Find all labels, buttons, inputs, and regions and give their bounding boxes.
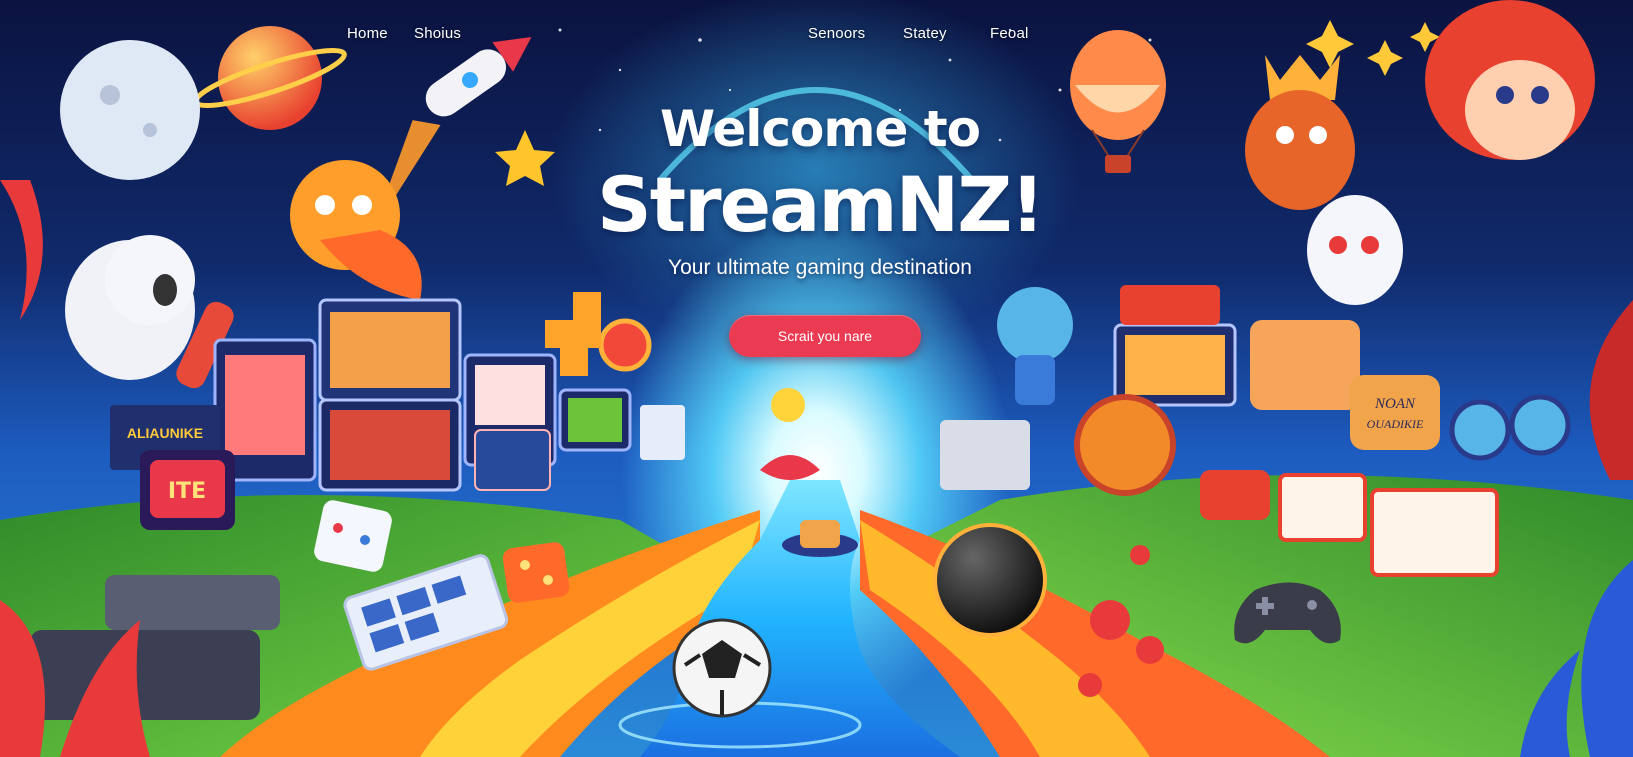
soccer-ball-icon [672,618,772,718]
left-badge-text: ITE [168,479,206,504]
moon-left [60,40,200,180]
right-sign-text: NOAN [1374,396,1416,412]
shell-object [1074,394,1176,496]
console-device [105,575,280,630]
game-badge-left: ITE [140,450,235,530]
hot-air-balloon [1070,30,1166,173]
right-sign-text-2: OUADIKIE [1367,417,1424,431]
cta-button[interactable]: Scrait you nare [729,315,921,357]
hero-subtitle: Your ultimate gaming destination [668,256,972,279]
floating-shoe [760,455,820,480]
left-sign-text: ALIAUNIKE [127,425,203,441]
nav-link-shoius[interactable]: Shoius [414,25,461,42]
green-robot [997,287,1073,405]
king-character [1245,55,1355,210]
nav-link-statey[interactable]: Statey [903,25,947,42]
landing-page: ALIAUNIKE ITE NOAN OUADIKIE Home Shoius … [0,0,1633,757]
nav-link-home[interactable]: Home [347,25,388,42]
hero-title-line2: StreamNZ! [597,160,1045,249]
ghost-character [1307,195,1403,305]
floating-ball [771,388,805,422]
polar-bear-character [65,235,234,389]
nav-link-feoal[interactable]: Feoal [990,25,1029,42]
red-hero-character [1425,0,1595,160]
sparkle-icons [1306,20,1440,76]
star-character [495,130,555,186]
coin-icon [598,318,652,372]
hero-title-line1: Welcome to [659,100,981,158]
nav-link-senoors[interactable]: Senoors [808,25,865,42]
bowling-ball [933,523,1047,637]
